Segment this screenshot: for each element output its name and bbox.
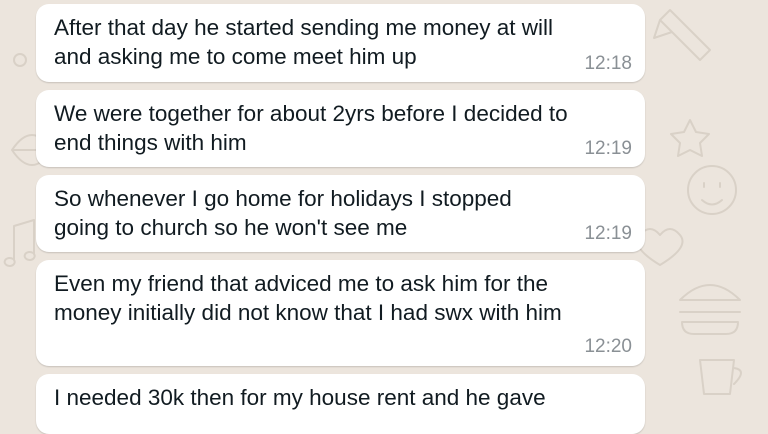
message-line: and asking me to come meet him up: [54, 44, 417, 69]
message-timestamp: 12:18: [584, 53, 632, 74]
message-line: going to church so he won't see me: [54, 215, 408, 240]
message-bubble[interactable]: So whenever I go home for holidays I sto…: [36, 175, 645, 252]
message-text: After that day he started sending me mon…: [54, 13, 629, 71]
message-bubble[interactable]: Even my friend that adviced me to ask hi…: [36, 260, 645, 366]
message-text: I needed 30k then for my house rent and …: [54, 383, 629, 412]
message-line: So whenever I go home for holidays I sto…: [54, 186, 512, 211]
message-line: I needed 30k then for my house rent and …: [54, 385, 546, 410]
message-timestamp: 12:19: [584, 138, 632, 159]
message-bubble[interactable]: After that day he started sending me mon…: [36, 4, 645, 82]
message-text: We were together for about 2yrs before I…: [54, 99, 629, 157]
message-text: So whenever I go home for holidays I sto…: [54, 184, 629, 242]
chat-conversation: After that day he started sending me mon…: [0, 0, 768, 434]
message-line: money initially did not know that I had …: [54, 300, 562, 325]
message-line: end things with him: [54, 130, 247, 155]
message-line: After that day he started sending me mon…: [54, 15, 554, 40]
message-bubble[interactable]: I needed 30k then for my house rent and …: [36, 374, 645, 434]
message-timestamp: 12:20: [584, 336, 632, 357]
message-text: Even my friend that adviced me to ask hi…: [54, 269, 629, 327]
message-line: Even my friend that adviced me to ask hi…: [54, 271, 548, 296]
message-timestamp: 12:19: [584, 223, 632, 244]
message-bubble[interactable]: We were together for about 2yrs before I…: [36, 90, 645, 167]
message-line: We were together for about 2yrs before I…: [54, 101, 568, 126]
